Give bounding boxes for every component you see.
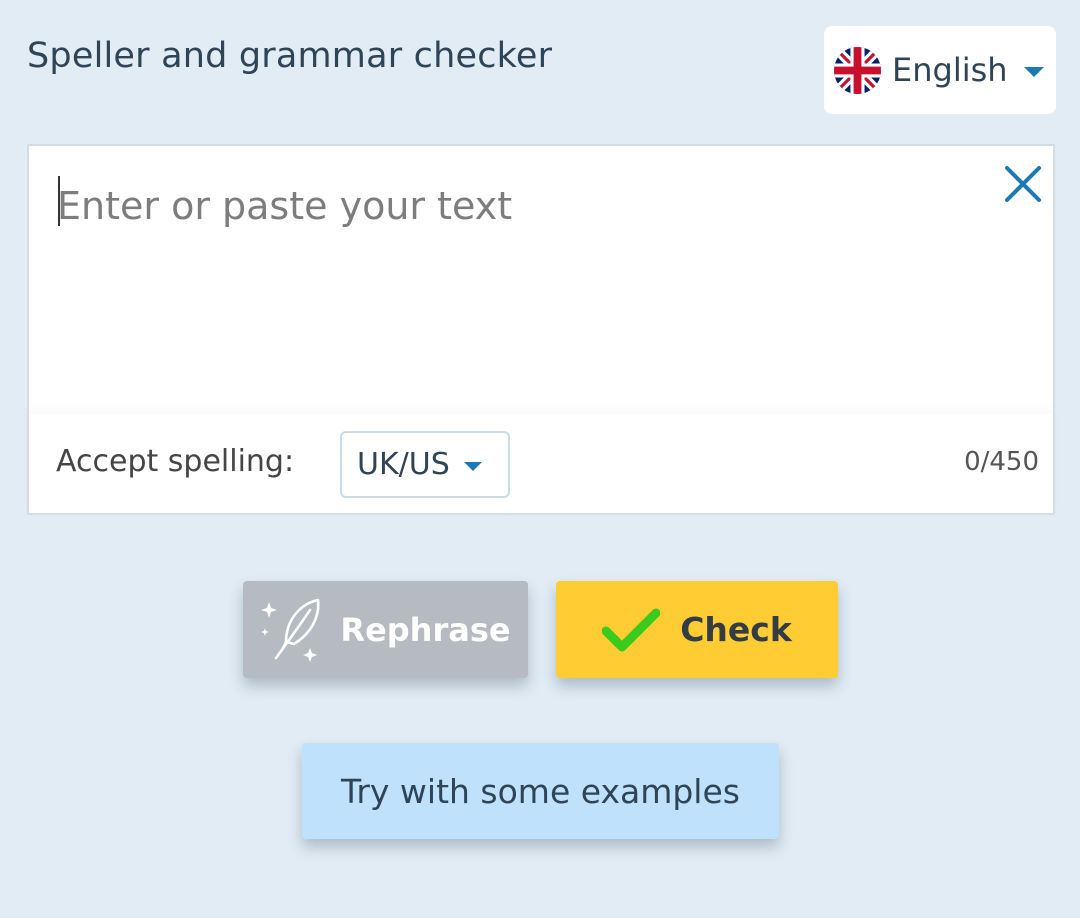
text-editor: Accept spelling: UK/US 0/450 [27, 144, 1055, 515]
feather-sparkle-icon [261, 598, 320, 662]
accept-spelling-label: Accept spelling: [56, 444, 295, 479]
check-button-label: Check [680, 610, 792, 649]
language-select[interactable]: English [824, 26, 1056, 114]
clear-text-button[interactable] [999, 160, 1047, 208]
editor-footer: Accept spelling: UK/US 0/450 [29, 414, 1053, 515]
spelling-variant-value: UK/US [357, 447, 450, 482]
rephrase-button-label: Rephrase [340, 610, 511, 649]
try-examples-button-label: Try with some examples [341, 771, 740, 811]
close-icon [1005, 166, 1041, 202]
language-select-value: English [892, 51, 1008, 89]
page-title: Speller and grammar checker [27, 36, 553, 76]
checkmark-icon [602, 608, 661, 651]
caret-down-icon [1023, 67, 1044, 77]
try-examples-button[interactable]: Try with some examples [302, 743, 779, 839]
text-input[interactable] [57, 176, 957, 236]
caret-down-icon [463, 462, 482, 471]
spelling-variant-select[interactable]: UK/US [340, 431, 510, 498]
text-cursor [58, 176, 60, 226]
uk-flag-icon [834, 46, 881, 94]
check-button[interactable]: Check [556, 581, 838, 678]
rephrase-button[interactable]: Rephrase [243, 581, 528, 678]
character-counter: 0/450 [964, 447, 1039, 477]
